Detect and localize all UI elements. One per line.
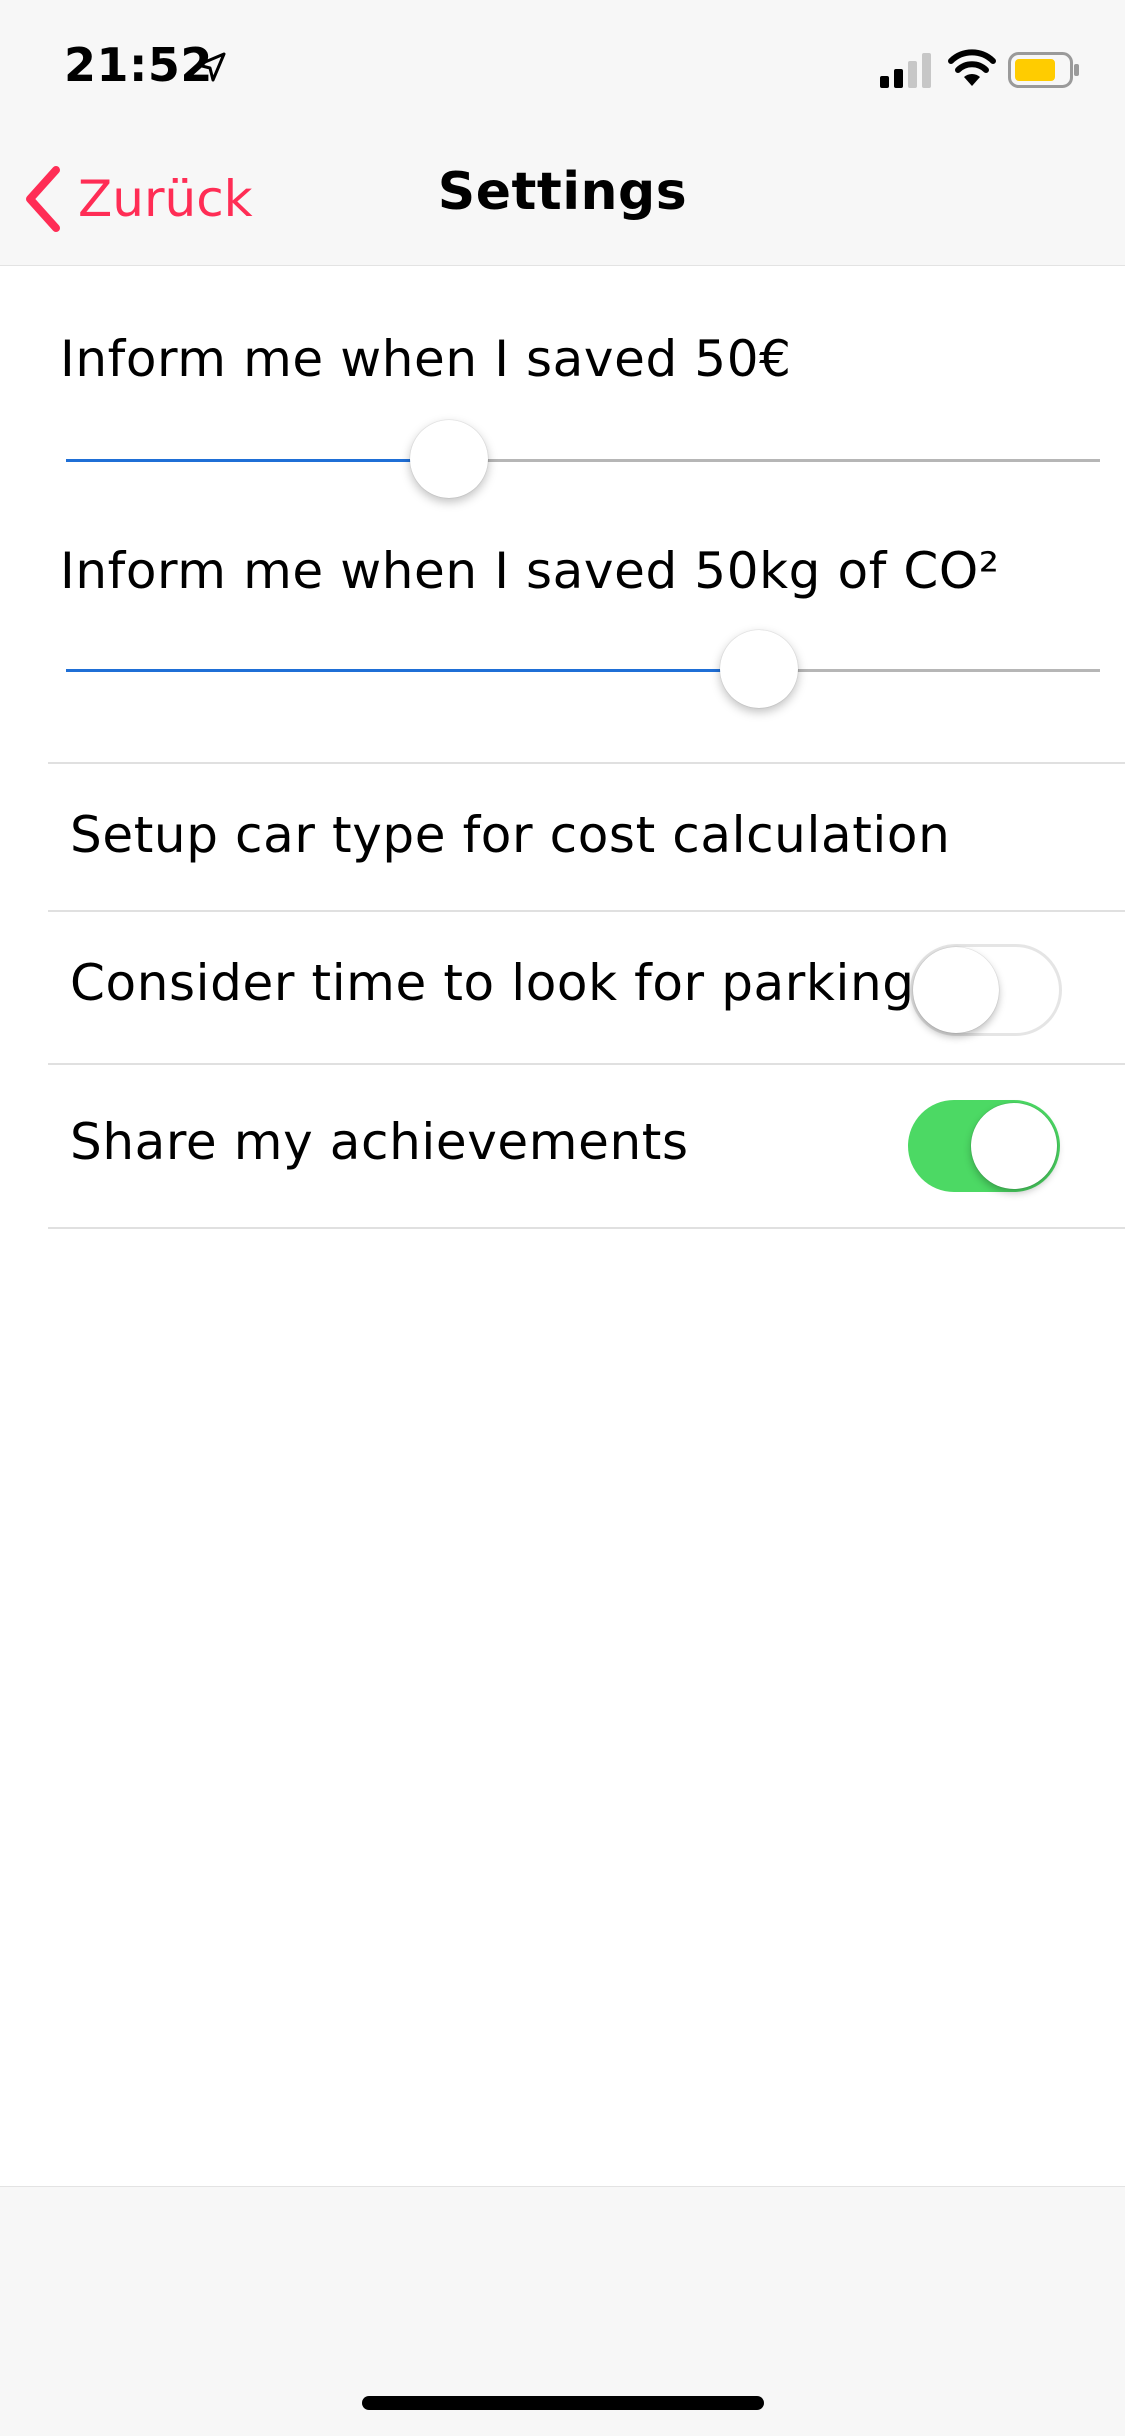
status-bar: 21:52 xyxy=(0,0,1125,132)
divider xyxy=(48,910,1125,912)
parking-time-toggle[interactable] xyxy=(910,944,1062,1036)
slider-thumb[interactable] xyxy=(719,630,798,708)
slider-fill xyxy=(66,669,759,672)
status-time: 21:52 xyxy=(64,38,213,92)
co2-slider[interactable] xyxy=(66,630,1100,708)
divider xyxy=(48,1227,1125,1229)
car-type-setup-row[interactable]: Setup car type for cost calculation xyxy=(70,806,950,864)
co2-slider-label: Inform me when I saved 50kg of CO² xyxy=(60,542,1000,600)
savings-slider[interactable] xyxy=(66,420,1100,498)
share-achievements-toggle[interactable] xyxy=(908,1100,1060,1192)
battery-icon xyxy=(1008,52,1079,88)
page-title: Settings xyxy=(437,162,688,222)
signal-icon xyxy=(880,53,931,88)
divider xyxy=(48,762,1125,764)
divider xyxy=(48,1063,1125,1065)
parking-time-label: Consider time to look for parking xyxy=(70,954,915,1012)
wifi-icon xyxy=(948,49,996,86)
slider-fill xyxy=(66,459,449,462)
toggle-knob xyxy=(971,1103,1057,1189)
share-achievements-label: Share my achievements xyxy=(70,1113,689,1171)
location-arrow-icon xyxy=(196,52,226,82)
settings-screen: 21:52 Zurück Settings Inform me when I s… xyxy=(0,0,1125,2436)
savings-slider-label: Inform me when I saved 50€ xyxy=(60,330,792,388)
home-indicator[interactable] xyxy=(362,2396,764,2410)
navigation-bar: Zurück Settings xyxy=(0,132,1125,266)
slider-thumb[interactable] xyxy=(409,420,488,498)
toggle-knob xyxy=(913,947,999,1033)
